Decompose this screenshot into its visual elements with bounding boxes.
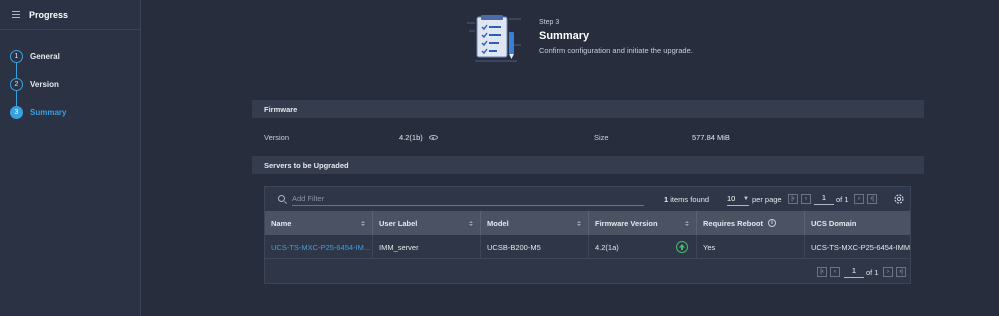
version-label: Version: [264, 133, 290, 142]
upgrade-arrow-icon: [676, 241, 688, 253]
next-page-icon[interactable]: ›: [883, 267, 893, 277]
next-page-icon[interactable]: ›: [854, 194, 864, 204]
last-page-icon[interactable]: ›|: [867, 194, 877, 204]
menu-icon[interactable]: [12, 9, 20, 20]
items-found: 1 items found: [664, 195, 709, 204]
page-number-input[interactable]: 1: [844, 265, 864, 278]
column-header-user-label[interactable]: User Label: [373, 211, 481, 235]
step-number-badge: 2: [10, 77, 23, 91]
column-header-model[interactable]: Model: [481, 211, 589, 235]
page-number-input[interactable]: 1: [814, 192, 834, 205]
items-count: 1: [664, 195, 669, 204]
page-title: Summary: [539, 30, 590, 42]
sort-icon[interactable]: [361, 220, 365, 227]
column-label: Name: [271, 218, 292, 228]
user-label-cell: IMM_server: [373, 235, 481, 259]
step-label: Version: [30, 79, 59, 89]
prev-page-icon[interactable]: ‹: [830, 267, 840, 277]
first-page-icon[interactable]: |‹: [788, 194, 798, 204]
items-found-label: items found: [670, 195, 710, 204]
per-page-value: 10: [727, 194, 736, 203]
wizard-steps: 1 General 2 Version 3 Summary: [0, 30, 140, 126]
sidebar-header: Progress: [0, 0, 140, 30]
column-label: Requires Reboot: [703, 218, 764, 228]
page-of-total: of 1: [836, 195, 849, 204]
step-indicator: Step 3: [539, 19, 560, 26]
column-label: UCS Domain: [811, 218, 857, 228]
column-header-firmware-version[interactable]: Firmware Version: [589, 211, 697, 235]
step-version[interactable]: 2 Version: [0, 70, 140, 98]
table-toolbar: 1 items found 10 ▼ per page |‹ ‹ 1 of 1 …: [265, 187, 910, 211]
column-header-ucs-domain[interactable]: UCS Domain: [805, 211, 910, 235]
firmware-version-value: 4.2(1a): [595, 242, 619, 252]
filter-input[interactable]: [292, 192, 644, 206]
step-label: Summary: [30, 107, 67, 117]
step-number-badge: 3: [10, 105, 23, 119]
firmware-version-cell: 4.2(1a): [589, 235, 697, 259]
table-header: Name User Label Model Firmware Version R…: [265, 211, 910, 235]
servers-table-panel: 1 items found 10 ▼ per page |‹ ‹ 1 of 1 …: [264, 186, 911, 284]
version-value: 4.2(1b): [399, 133, 423, 142]
sidebar: Progress 1 General 2 Version 3 Summary: [0, 0, 141, 316]
prev-page-icon[interactable]: ‹: [801, 194, 811, 204]
checklist-illustration-icon: [467, 15, 521, 62]
step-number-badge: 1: [10, 49, 23, 63]
chevron-down-icon: ▼: [743, 195, 749, 202]
version-value-group: 4.2(1b): [399, 133, 438, 142]
step-label: General: [30, 51, 60, 61]
column-label: User Label: [379, 218, 418, 228]
servers-section-header: Servers to be Upgraded: [252, 156, 924, 174]
column-label: Model: [487, 218, 509, 228]
size-label: Size: [594, 133, 609, 142]
step-general[interactable]: 1 General: [0, 42, 140, 70]
model-cell: UCSB-B200-M5: [481, 235, 589, 259]
gear-icon[interactable]: [893, 193, 905, 205]
size-value: 577.84 MiB: [692, 133, 730, 142]
sidebar-title: Progress: [29, 9, 69, 20]
first-page-icon[interactable]: |‹: [817, 267, 827, 277]
per-page-label: per page: [752, 195, 782, 204]
page-of-total: of 1: [866, 268, 879, 277]
table-row[interactable]: UCS-TS-MXC-P25-6454-IM... IMM_server UCS…: [265, 235, 910, 259]
sort-icon[interactable]: [577, 220, 581, 227]
column-header-requires-reboot[interactable]: Requires Reboot i: [697, 211, 805, 235]
column-header-name[interactable]: Name: [265, 211, 373, 235]
column-label: Firmware Version: [595, 218, 658, 228]
search-icon: [278, 195, 285, 202]
page-description: Confirm configuration and initiate the u…: [539, 46, 693, 55]
per-page-select[interactable]: 10 ▼: [727, 192, 749, 206]
info-icon[interactable]: i: [768, 219, 777, 227]
sort-icon[interactable]: [469, 220, 473, 227]
server-name-link[interactable]: UCS-TS-MXC-P25-6454-IM...: [265, 235, 373, 259]
eye-icon[interactable]: [428, 135, 438, 140]
step-summary[interactable]: 3 Summary: [0, 98, 140, 126]
requires-reboot-cell: Yes: [697, 235, 805, 259]
last-page-icon[interactable]: ›|: [896, 267, 906, 277]
sort-icon[interactable]: [685, 220, 689, 227]
firmware-section-header: Firmware: [252, 100, 924, 118]
ucs-domain-cell: UCS-TS-MXC-P25-6454-IMM: [811, 242, 910, 252]
